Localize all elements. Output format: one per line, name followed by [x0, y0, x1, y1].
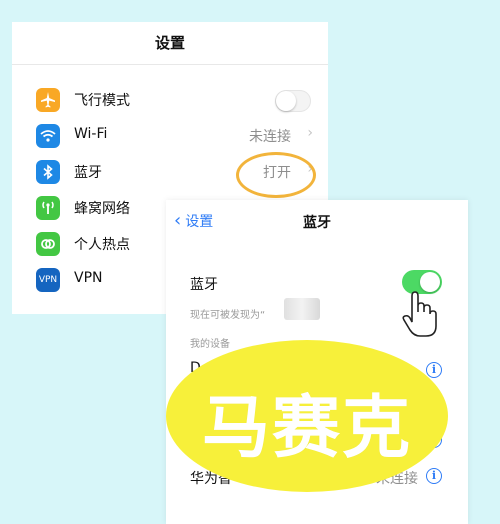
wifi-status: 未连接 [249, 129, 291, 145]
vpn-icon: VPN [36, 268, 60, 292]
my-devices-header: 我的设备 [190, 339, 230, 350]
hand-pointer-icon [400, 290, 440, 340]
chevron-right-icon: › [307, 125, 313, 141]
settings-item-airplane-mode[interactable]: 飞行模式 [36, 82, 321, 116]
highlight-circle [236, 152, 316, 198]
divider [12, 64, 328, 65]
settings-item-label: 蓝牙 [74, 165, 102, 181]
settings-item-label: 蜂窝网络 [74, 201, 130, 217]
page-title: 蓝牙 [303, 215, 331, 231]
hotspot-icon [36, 232, 60, 256]
cellular-icon [36, 196, 60, 220]
wifi-icon [36, 124, 60, 148]
blurred-device-name [284, 298, 320, 320]
settings-item-label: VPN [74, 270, 103, 286]
discoverable-text: 现在可被发现为“ [190, 310, 266, 321]
settings-item-label: Wi-Fi [74, 126, 108, 142]
airplane-icon [36, 88, 60, 112]
stamp-text: 马赛克 [201, 389, 412, 468]
airplane-mode-toggle[interactable] [275, 90, 311, 112]
page-title: 设置 [154, 34, 185, 52]
settings-item-label: 飞行模式 [74, 93, 130, 109]
bluetooth-toggle-label: 蓝牙 [190, 277, 218, 293]
bluetooth-icon [36, 160, 60, 184]
mosaic-stamp-overlay: 马赛克 [166, 340, 448, 492]
settings-item-wifi[interactable]: Wi-Fi 未连接 › [36, 118, 321, 152]
settings-item-label: 个人热点 [74, 237, 130, 253]
